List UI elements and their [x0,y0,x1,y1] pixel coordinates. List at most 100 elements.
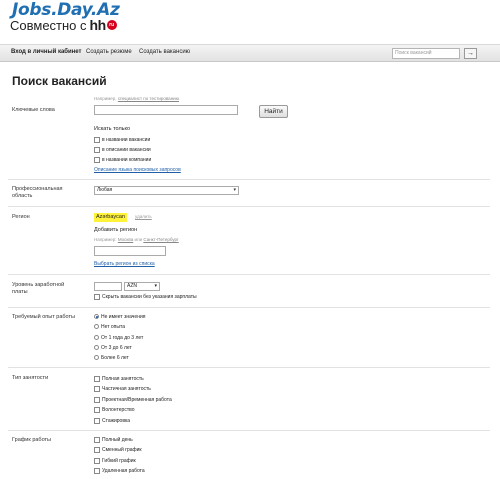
checkbox-label: Частичная занятость [102,385,151,392]
salary-label: Уровень заработной платы [12,282,64,296]
employment-part-checkbox[interactable]: Частичная занятость [94,385,151,392]
prof-area-label-line1: Профессиональная [12,186,63,192]
hh-logo: hh [89,17,107,33]
checkbox-label: Проектная/Временная работа [102,396,172,403]
prof-area-value: Любая [97,187,113,193]
region-input[interactable] [94,246,166,256]
checkbox-icon[interactable] [94,293,100,300]
checkbox-icon[interactable] [94,396,100,403]
nav-search-input[interactable]: Поиск вакансий [392,48,460,59]
query-language-link[interactable]: Описание языка поисковых запросов [94,167,181,173]
checkbox-label: Волонтерство [102,406,135,413]
experience-option-any[interactable]: Не имеет значения [94,313,145,320]
nav-login-link[interactable]: Вход в личный кабинет [11,49,82,55]
checkbox-icon[interactable] [94,385,100,392]
checkbox-label: в названии компании [102,156,152,163]
checkbox-icon[interactable] [94,156,100,163]
region-hint-example-1[interactable]: Москва [118,237,133,242]
experience-option-3-6[interactable]: От 3 до 6 лет [94,344,132,351]
hh-badge-icon: ru [106,20,117,30]
radio-icon[interactable] [94,324,99,329]
experience-option-6plus[interactable]: Более 6 лет [94,354,129,361]
find-button[interactable]: Найти [259,105,288,118]
schedule-remote-checkbox[interactable]: Удаленная работа [94,467,145,474]
nav-create-resume-link[interactable]: Создать резюме [86,49,132,55]
checkbox-icon[interactable] [94,417,100,424]
schedule-flexible-checkbox[interactable]: Гибкий график [94,457,136,464]
region-hint-example-2[interactable]: Санкт-Петербург [143,237,178,242]
radio-icon[interactable] [94,345,99,350]
keywords-hint: Например, специалист по тестированию [94,96,179,101]
nav-search-button[interactable]: → [464,48,477,59]
checkbox-icon[interactable] [94,457,100,464]
search-in-vacancy-description-checkbox[interactable]: в описании вакансии [94,146,151,153]
region-hint: Например: Москва или Санкт-Петербург [94,237,179,242]
experience-option-1-3[interactable]: От 1 года до 3 лет [94,334,143,341]
checkbox-icon[interactable] [94,446,100,453]
experience-label: Требуемый опыт работы [12,314,75,320]
tagline-text: Совместно с [10,17,87,33]
region-hint-or: или [134,237,143,242]
checkbox-label: Полный день [102,436,133,443]
radio-label: Нет опыта [101,323,126,330]
keywords-hint-example[interactable]: специалист по тестированию [118,96,179,101]
chevron-down-icon: ▾ [154,283,157,289]
top-navbar: Вход в личный кабинет Создать резюме Соз… [0,44,500,62]
region-label: Регион [12,214,30,220]
nav-create-vacancy-link[interactable]: Создать вакансию [139,49,190,55]
section-divider [8,179,490,180]
radio-label: Не имеет значения [101,313,146,320]
employment-internship-checkbox[interactable]: Стажировка [94,417,130,424]
schedule-shift-checkbox[interactable]: Сменный график [94,446,142,453]
hide-no-salary-checkbox[interactable]: Скрыть вакансии без указания зарплаты [94,293,197,300]
checkbox-label: Стажировка [102,417,131,424]
radio-icon[interactable] [94,335,99,340]
selected-region-chip: Azərbaycan [94,213,128,222]
checkbox-icon[interactable] [94,436,100,443]
chevron-down-icon: ▾ [233,187,236,193]
section-divider [8,274,490,275]
choose-region-from-list-link[interactable]: Выбрать регион из списка [94,261,155,267]
checkbox-icon[interactable] [94,467,100,474]
employment-full-checkbox[interactable]: Полная занятость [94,375,144,382]
checkbox-icon[interactable] [94,146,100,153]
region-hint-prefix: Например: [94,237,117,242]
checkbox-label: в названии вакансии [102,136,151,143]
section-divider [8,430,490,431]
salary-label-line2: платы [12,289,28,295]
radio-label: От 3 до 6 лет [101,344,132,351]
checkbox-label: Полная занятость [102,375,144,382]
checkbox-label: в описании вакансии [102,146,151,153]
currency-value: AZN [127,283,137,289]
radio-label: От 1 года до 3 лет [101,334,144,341]
remove-region-link[interactable]: удалить [135,214,152,219]
search-in-company-name-checkbox[interactable]: в названии компании [94,156,151,163]
schedule-full-day-checkbox[interactable]: Полный день [94,436,133,443]
add-region-label: Добавить регион [94,227,138,233]
radio-label: Более 6 лет [101,354,129,361]
salary-label-line1: Уровень заработной [12,282,65,288]
section-divider [8,307,490,308]
employment-project-checkbox[interactable]: Проектная/Временная работа [94,396,172,403]
checkbox-icon[interactable] [94,406,100,413]
keywords-input[interactable] [94,105,238,115]
keywords-label: Ключевые слова [12,107,55,113]
radio-selected-icon[interactable] [94,314,99,319]
checkbox-label: Сменный график [102,446,142,453]
checkbox-icon[interactable] [94,136,100,143]
prof-area-label-line2: область [12,193,33,199]
checkbox-label: Гибкий график [102,457,136,464]
experience-option-none[interactable]: Нет опыта [94,323,125,330]
checkbox-icon[interactable] [94,375,100,382]
prof-area-select[interactable]: Любая ▾ [94,186,239,195]
section-divider [8,367,490,368]
section-divider [8,206,490,207]
radio-icon[interactable] [94,355,99,360]
search-in-vacancy-title-checkbox[interactable]: в названии вакансии [94,136,150,143]
currency-select[interactable]: AZN ▾ [124,282,160,291]
search-only-label: Искать только [94,126,131,132]
salary-input[interactable] [94,282,122,291]
employment-label: Тип занятости [12,375,49,381]
prof-area-label: Профессиональная область [12,186,63,200]
employment-volunteer-checkbox[interactable]: Волонтерство [94,406,135,413]
